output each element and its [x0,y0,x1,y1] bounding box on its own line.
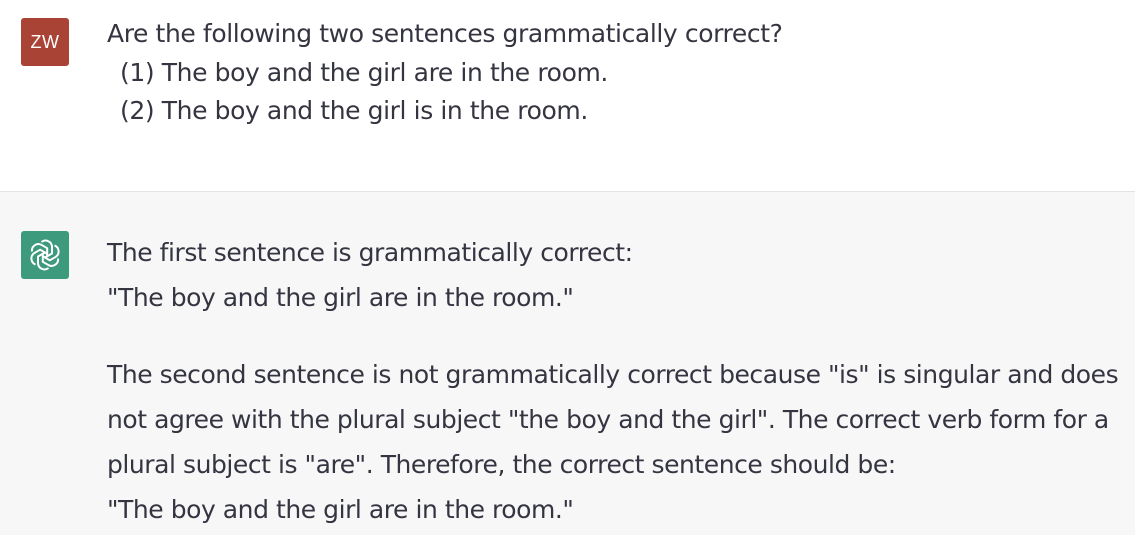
user-question-item-1: (1) The boy and the girl are in the room… [120,58,608,87]
assistant-line: "The boy and the girl are in the room." [107,495,574,524]
assistant-line: The first sentence is grammatically corr… [107,238,633,267]
user-avatar-initials: ZW [30,31,60,52]
assistant-line: "The boy and the girl are in the room." [107,283,574,312]
openai-logo-icon [21,231,69,279]
assistant-avatar [21,231,69,279]
assistant-message-turn: The first sentence is grammatically corr… [0,192,1135,535]
user-avatar: ZW [21,18,69,66]
user-question-item-2: (2) The boy and the girl is in the room. [120,96,588,125]
user-message-turn: ZW Are the following two sentences gramm… [0,0,1135,191]
user-question: Are the following two sentences grammati… [107,19,783,48]
assistant-line: The second sentence is not grammatically… [107,360,1119,389]
assistant-paragraph-1: The first sentence is grammatically corr… [107,230,1127,320]
assistant-line: plural subject is "are". Therefore, the … [107,450,896,479]
assistant-paragraph-2: The second sentence is not grammatically… [107,352,1127,532]
assistant-line: not agree with the plural subject "the b… [107,405,1109,434]
